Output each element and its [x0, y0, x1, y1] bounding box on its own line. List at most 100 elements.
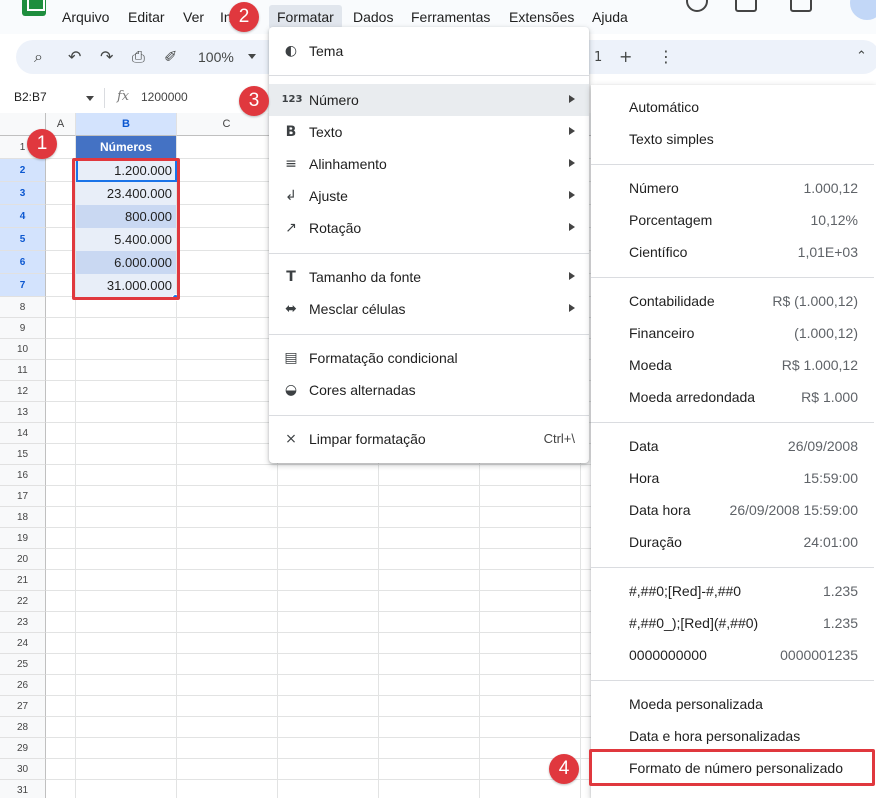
format-contabilidade[interactable]: Contabilidade R$ (1.000,12): [591, 285, 876, 317]
row-header-14[interactable]: 14: [0, 423, 46, 444]
row-header-5[interactable]: 5: [0, 228, 46, 251]
format-moeda[interactable]: Moeda R$ 1.000,12: [591, 349, 876, 381]
name-box-caret-icon[interactable]: [86, 96, 94, 101]
print-icon[interactable]: ⎙: [132, 48, 145, 66]
row-header-11[interactable]: 11: [0, 360, 46, 381]
row-header-3[interactable]: 3: [0, 182, 46, 205]
row-header-19[interactable]: 19: [0, 528, 46, 549]
format-sample: 26/09/2008: [787, 438, 858, 454]
format-cientifico[interactable]: Científico 1,01E+03: [591, 236, 876, 268]
row-header-25[interactable]: 25: [0, 654, 46, 675]
menu-arquivo[interactable]: Arquivo: [62, 9, 109, 25]
format-financeiro[interactable]: Financeiro (1.000,12): [591, 317, 876, 349]
meet-icon[interactable]: [790, 0, 812, 12]
row-header-18[interactable]: 18: [0, 507, 46, 528]
row-header-16[interactable]: 16: [0, 465, 46, 486]
menu-editar[interactable]: Editar: [128, 9, 165, 25]
menu-item-limpar-formatacao[interactable]: ⨯ Limpar formatação Ctrl+\: [269, 423, 589, 455]
format-numero[interactable]: Número 1.000,12: [591, 172, 876, 204]
format-custom-3[interactable]: 0000000000 0000001235: [591, 639, 876, 671]
menu-item-mesclar[interactable]: ⬌ Mesclar células: [269, 293, 589, 325]
format-data-hora-personalizadas[interactable]: Data e hora personalizadas: [591, 720, 876, 752]
format-moeda-personalizada[interactable]: Moeda personalizada: [591, 688, 876, 720]
search-icon[interactable]: ⌕: [34, 48, 43, 66]
submenu-arrow-icon: [569, 223, 575, 231]
avatar[interactable]: [850, 0, 876, 20]
row-header-2[interactable]: 2: [0, 159, 46, 182]
paint-roller-icon: ▤: [284, 350, 298, 366]
zoom-select[interactable]: 100%: [198, 49, 234, 65]
row-header-24[interactable]: 24: [0, 633, 46, 654]
menu-item-rotacao[interactable]: ↗ Rotação: [269, 212, 589, 244]
step-badge-3: 3: [239, 86, 269, 116]
menu-item-numero[interactable]: 123 Número: [269, 84, 589, 116]
column-header-c[interactable]: C: [177, 113, 277, 136]
format-label: Hora: [629, 470, 660, 486]
row-header-4[interactable]: 4: [0, 205, 46, 228]
callout-box-range: [72, 158, 180, 300]
menu-formatar[interactable]: Formatar: [269, 5, 342, 29]
row-header-9[interactable]: 9: [0, 318, 46, 339]
format-custom-2[interactable]: #,##0_);[Red](#,##0) 1.235: [591, 607, 876, 639]
row-header-8[interactable]: 8: [0, 297, 46, 318]
redo-icon[interactable]: ↷: [100, 48, 113, 66]
formula-input[interactable]: 1200000: [141, 90, 188, 104]
column-header-b[interactable]: B: [76, 113, 177, 136]
format-porcentagem[interactable]: Porcentagem 10,12%: [591, 204, 876, 236]
menu-item-alinhamento[interactable]: ≡ Alinhamento: [269, 148, 589, 180]
menu-item-label: Ajuste: [309, 188, 348, 204]
format-sample: 0000001235: [780, 647, 858, 663]
row-header-10[interactable]: 10: [0, 339, 46, 360]
menu-ajuda[interactable]: Ajuda: [592, 9, 628, 25]
menu-ver[interactable]: Ver: [183, 9, 204, 25]
format-sample: 10,12%: [810, 212, 858, 228]
row-header-17[interactable]: 17: [0, 486, 46, 507]
menu-item-texto[interactable]: B Texto: [269, 116, 589, 148]
format-texto-simples[interactable]: Texto simples: [591, 123, 876, 155]
format-moeda-arredondada[interactable]: Moeda arredondada R$ 1.000: [591, 381, 876, 413]
menu-item-tema[interactable]: ◐ Tema: [269, 35, 589, 67]
row-header-29[interactable]: 29: [0, 738, 46, 759]
row-header-20[interactable]: 20: [0, 549, 46, 570]
row-header-28[interactable]: 28: [0, 717, 46, 738]
undo-icon[interactable]: ↶: [68, 48, 81, 66]
format-duracao[interactable]: Duração 24:01:00: [591, 526, 876, 558]
format-custom-1[interactable]: #,##0;[Red]-#,##0 1.235: [591, 575, 876, 607]
row-header-15[interactable]: 15: [0, 444, 46, 465]
menu-item-tamanho-fonte[interactable]: T Tamanho da fonte: [269, 261, 589, 293]
row-header-12[interactable]: 12: [0, 381, 46, 402]
comments-icon[interactable]: [735, 0, 757, 12]
header-cell-numeros[interactable]: Números: [76, 136, 176, 158]
row-header-30[interactable]: 30: [0, 759, 46, 780]
row-header-7[interactable]: 7: [0, 274, 46, 297]
add-icon[interactable]: +: [619, 48, 632, 66]
format-automatico[interactable]: Automático: [591, 91, 876, 123]
sheets-logo-icon[interactable]: [22, 0, 46, 16]
paint-format-icon[interactable]: ✐: [164, 48, 177, 66]
row-header-6[interactable]: 6: [0, 251, 46, 274]
format-label: Texto simples: [629, 131, 714, 147]
format-data[interactable]: Data 26/09/2008: [591, 430, 876, 462]
row-header-31[interactable]: 31: [0, 780, 46, 798]
step-badge-4: 4: [549, 754, 579, 784]
menu-item-formatacao-condicional[interactable]: ▤ Formatação condicional: [269, 342, 589, 374]
row-header-22[interactable]: 22: [0, 591, 46, 612]
history-icon[interactable]: [686, 0, 708, 12]
menu-dados[interactable]: Dados: [353, 9, 393, 25]
menu-item-cores-alternadas[interactable]: ◒ Cores alternadas: [269, 374, 589, 406]
more-icon[interactable]: ⋮: [658, 48, 674, 66]
format-hora[interactable]: Hora 15:59:00: [591, 462, 876, 494]
row-header-26[interactable]: 26: [0, 675, 46, 696]
row-header-27[interactable]: 27: [0, 696, 46, 717]
format-data-hora[interactable]: Data hora 26/09/2008 15:59:00: [591, 494, 876, 526]
name-box[interactable]: B2:B7: [14, 90, 47, 104]
row-header-23[interactable]: 23: [0, 612, 46, 633]
zoom-caret-icon[interactable]: [248, 54, 256, 59]
menu-item-label: Mesclar células: [309, 301, 406, 317]
menu-item-ajuste[interactable]: ↲ Ajuste: [269, 180, 589, 212]
menu-extensoes[interactable]: Extensões: [509, 9, 574, 25]
collapse-icon[interactable]: ⌃: [856, 48, 867, 66]
menu-ferramentas[interactable]: Ferramentas: [411, 9, 490, 25]
row-header-13[interactable]: 13: [0, 402, 46, 423]
row-header-21[interactable]: 21: [0, 570, 46, 591]
